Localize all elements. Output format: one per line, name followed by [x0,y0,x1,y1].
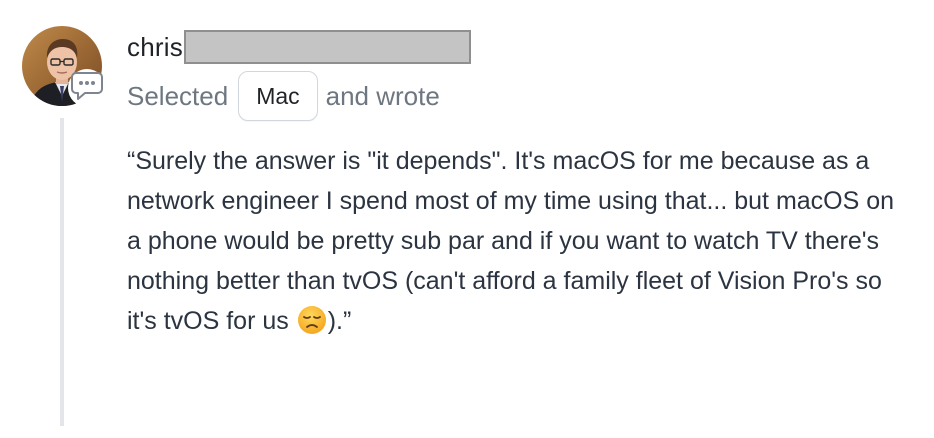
meta-suffix: and wrote [325,80,440,111]
disappointed-face-icon [297,305,327,335]
redaction-block [183,30,471,64]
comment-text: “Surely the answer is "it depends". It's… [127,147,901,335]
comment-body: “Surely the answer is "it depends". It's… [127,141,907,341]
comment-badge [68,69,106,107]
choice-chip[interactable]: Mac [238,71,318,121]
comment-text-end: ).” [327,307,352,335]
speech-bubble-icon [70,70,104,107]
comment-card: chris Selected Mac and wrote “Surely the… [0,0,934,438]
selection-meta: Selected Mac and wrote [127,71,440,121]
thread-line [60,118,64,426]
meta-prefix: Selected [127,80,229,111]
author-row: chris [127,30,471,64]
author-name[interactable]: chris [127,32,183,63]
